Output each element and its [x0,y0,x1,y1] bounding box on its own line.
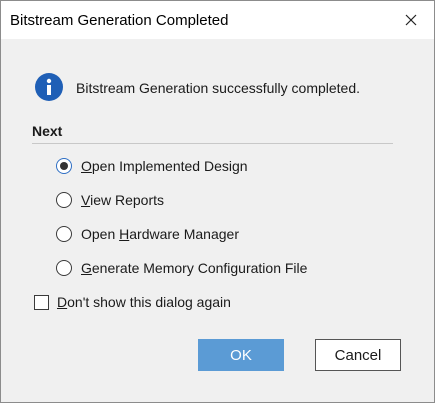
dialog-title: Bitstream Generation Completed [10,12,229,29]
dialog-window: Bitstream Generation Completed Bitstream… [0,0,435,403]
option-label: Open Implemented Design [81,158,248,174]
radio-button[interactable] [56,192,72,208]
status-message: Bitstream Generation successfully comple… [76,80,361,96]
ok-button[interactable]: OK [198,339,284,371]
info-icon [35,73,63,101]
dont-show-again-checkbox[interactable] [34,294,49,310]
option-label: Generate Memory Configuration File [81,260,308,276]
dont-show-again-option[interactable]: Don't show this dialog again [34,292,231,312]
next-heading: Next [32,123,63,139]
option-open-implemented-design[interactable]: Open Implemented Design [56,156,248,176]
cancel-button[interactable]: Cancel [315,339,401,371]
radio-button[interactable] [56,226,72,242]
option-label: View Reports [81,192,165,208]
option-open-hardware-manager[interactable]: Open Hardware Manager [56,224,239,244]
title-bar: Bitstream Generation Completed [1,1,434,39]
divider [32,143,393,144]
dont-show-again-label: Don't show this dialog again [57,294,231,310]
radio-button-selected[interactable] [56,158,72,174]
close-button[interactable] [388,1,434,39]
option-generate-memory-configuration-file[interactable]: Generate Memory Configuration File [56,258,307,278]
option-view-reports[interactable]: View Reports [56,190,164,210]
close-icon [405,14,417,26]
radio-button[interactable] [56,260,72,276]
option-label: Open Hardware Manager [81,226,239,242]
